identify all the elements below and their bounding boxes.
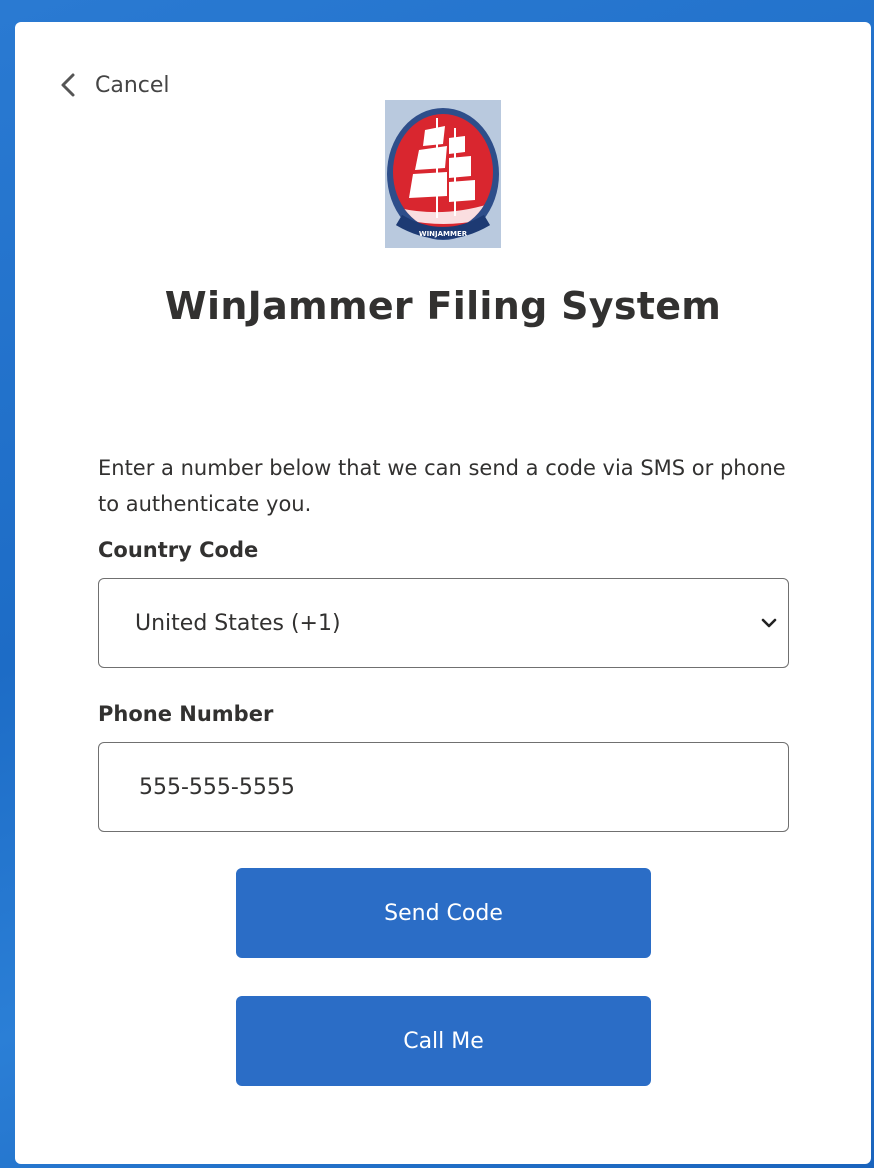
auth-card: Cancel WINJAMMER WinJammer Filing System… bbox=[15, 22, 871, 1164]
chevron-down-icon bbox=[761, 618, 777, 628]
phone-number-input[interactable] bbox=[98, 742, 789, 832]
logo-wordmark: WINJAMMER bbox=[419, 230, 468, 238]
cancel-label: Cancel bbox=[95, 72, 170, 98]
phone-number-label: Phone Number bbox=[98, 702, 274, 726]
page-title: WinJammer Filing System bbox=[164, 284, 722, 328]
intro-text: Enter a number below that we can send a … bbox=[98, 456, 786, 516]
call-me-button[interactable]: Call Me bbox=[236, 996, 651, 1086]
chevron-left-icon bbox=[61, 73, 75, 97]
winjammer-logo: WINJAMMER bbox=[385, 100, 501, 248]
cancel-link[interactable]: Cancel bbox=[59, 70, 170, 100]
country-code-value: United States (+1) bbox=[135, 610, 341, 636]
country-code-select[interactable]: United States (+1) bbox=[98, 578, 789, 668]
send-code-button[interactable]: Send Code bbox=[236, 868, 651, 958]
country-code-label: Country Code bbox=[98, 538, 259, 562]
